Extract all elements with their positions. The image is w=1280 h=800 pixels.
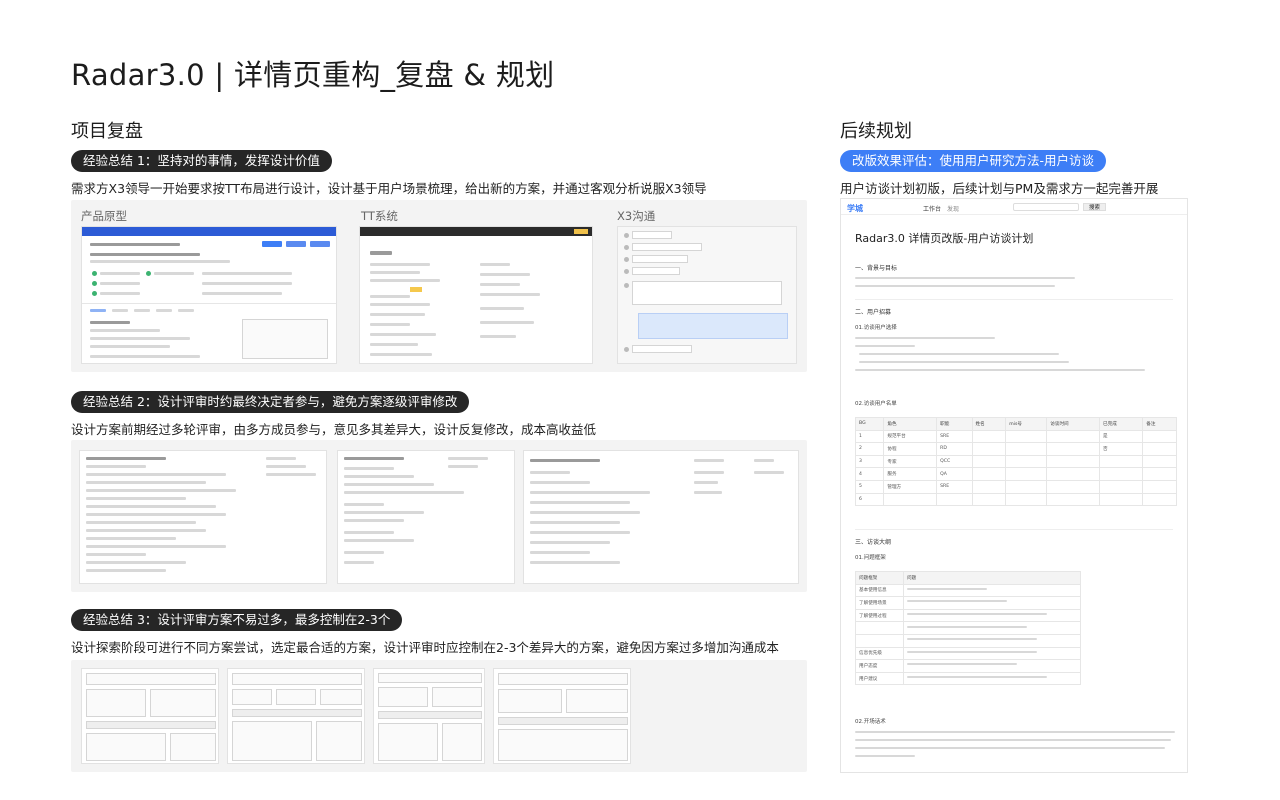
table-row: 5 管理方 SRE	[854, 479, 1177, 494]
lesson-3-description: 设计探索阶段可进行不同方案尝试，选定最合适的方案，设计评审时应控制在2-3个差异…	[71, 640, 779, 655]
lesson-3-screenshot-panel	[71, 660, 807, 772]
tt-system-label: TT系统	[361, 209, 398, 223]
table-row: 用户建议	[855, 671, 1081, 686]
table-row: 用户态度	[855, 659, 1081, 673]
document-title: Radar3.0 详情页改版-用户访谈计划	[855, 232, 1034, 245]
planning-section-heading: 后续规划	[840, 121, 912, 142]
x3-communication-label: X3沟通	[617, 209, 656, 223]
search-button[interactable]: 搜索	[1083, 203, 1107, 211]
page-title: Radar3.0 | 详情页重构_复盘 & 规划	[71, 58, 555, 92]
lesson-2-screenshot-panel	[71, 440, 807, 592]
wireframe-option-3	[373, 668, 485, 764]
review-doc-2	[337, 450, 515, 584]
col-notes: 备注	[1142, 417, 1177, 431]
col-name: 姓名	[971, 417, 1007, 431]
table-row	[855, 621, 1081, 635]
nav-discover[interactable]: 发现	[947, 204, 959, 213]
search-input[interactable]	[1013, 203, 1079, 211]
interview-plan-document: 学城 工作台 发现 搜索 Radar3.0 详情页改版-用户访谈计划 一、背景与…	[840, 198, 1188, 773]
evaluation-pill: 改版效果评估：使用用户研究方法-用户访谈	[840, 150, 1107, 172]
section-background-goals: 一、背景与目标	[855, 265, 898, 272]
table-row: 4 服务 QA	[854, 467, 1177, 481]
col-mis: mis号	[1005, 417, 1048, 431]
subsection-user-list: 02.访谈用户名单	[855, 401, 897, 407]
lesson-1-pill: 经验总结 1：坚持对的事情，发挥设计价值	[71, 150, 332, 172]
review-doc-1	[79, 450, 327, 584]
user-list-table: BG 角色 职能 姓名 mis号 访谈时间 已完成 备注 1 规范平台 SRE …	[854, 417, 1177, 507]
subsection-opening-script: 02.开场话术	[855, 719, 886, 725]
review-doc-3	[523, 450, 799, 584]
section-interview-outline: 三、访谈大纲	[855, 539, 892, 546]
lesson-1-description: 需求方X3领导一开始要求按TT布局进行设计，设计基于用户场景梳理，给出新的方案，…	[71, 181, 707, 196]
table-row: 了解使用过程	[855, 608, 1081, 623]
tt-system-screenshot	[359, 226, 593, 364]
table-row	[855, 633, 1081, 648]
nav-workbench[interactable]: 工作台	[923, 204, 941, 213]
wireframe-option-1	[81, 668, 219, 764]
col-question: 问题	[903, 571, 1081, 585]
col-function: 职能	[936, 417, 973, 431]
lesson-2-description: 设计方案前期经过多轮评审，由多方成员参与，意见多其差异大，设计反复修改，成本高收…	[71, 422, 597, 437]
table-row: 6	[854, 492, 1177, 507]
col-role: 角色	[883, 417, 938, 431]
table-row: 信息优先级	[855, 646, 1081, 661]
lesson-2-pill: 经验总结 2：设计评审时约最终决定者参与，避免方案逐级评审修改	[71, 391, 470, 413]
table-row: 1 规范平台 SRE 是	[854, 429, 1177, 444]
section-user-recruitment: 二、用户招募	[855, 309, 892, 316]
planning-description: 用户访谈计划初版，后续计划与PM及需求方一起完善开展	[840, 181, 1159, 196]
table-row: 3 专家 QCC	[854, 454, 1177, 469]
col-completed: 已完成	[1099, 417, 1144, 431]
col-interview-time: 访谈时间	[1046, 417, 1101, 431]
lesson-1-screenshot-panel: 产品原型 TT系统 X3沟通	[71, 200, 807, 372]
wireframe-option-4	[493, 668, 631, 764]
col-bg: BG	[854, 417, 885, 431]
brand-logo: 学城	[847, 204, 863, 213]
subsection-user-selection: 01.访谈用户选择	[855, 325, 897, 331]
col-framework: 问题框架	[855, 571, 904, 585]
question-framework-table: 问题框架 问题 基本使用信息 了解使用场景 了解使用过程 信息优先级 用户态度 …	[855, 571, 1081, 686]
review-section-heading: 项目复盘	[71, 121, 143, 142]
wireframe-option-2	[227, 668, 365, 764]
prototype-screenshot	[81, 226, 337, 364]
table-row: 2 协程 RD 否	[854, 442, 1177, 456]
table-row: 基本使用信息	[855, 583, 1081, 598]
x3-chat-screenshot	[617, 226, 797, 364]
prototype-label: 产品原型	[81, 209, 127, 223]
table-row: 了解使用场景	[855, 596, 1081, 610]
subsection-question-framework: 01.问题框架	[855, 555, 886, 561]
lesson-3-pill: 经验总结 3：设计评审方案不易过多，最多控制在2-3个	[71, 609, 403, 631]
